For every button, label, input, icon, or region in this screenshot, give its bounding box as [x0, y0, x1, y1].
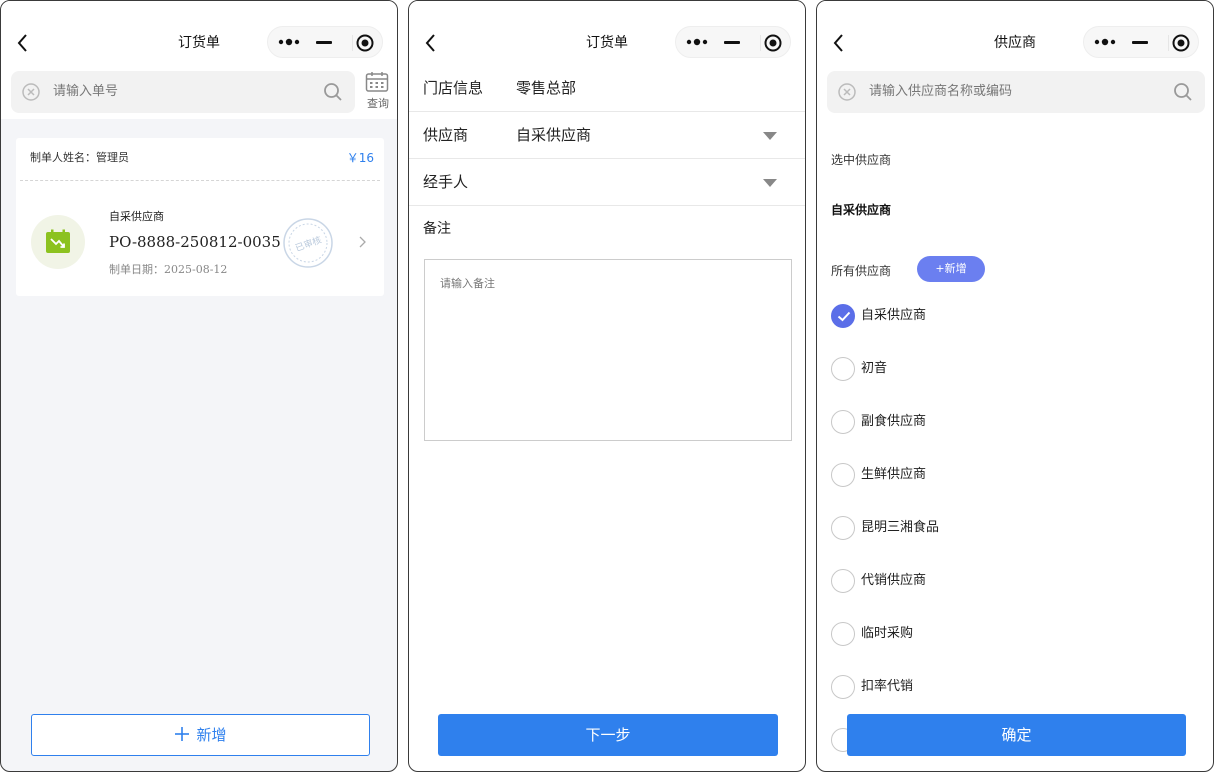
- radio-unchecked-icon[interactable]: [831, 675, 855, 699]
- dashed-divider: [20, 180, 380, 181]
- store-info-row: 门店信息 零售总部: [409, 65, 805, 112]
- approved-stamp-icon: 已审核: [283, 218, 333, 268]
- supplier-option[interactable]: 自采供应商: [831, 304, 1131, 330]
- handler-label: 经手人: [423, 173, 469, 191]
- dropdown-arrow-icon: [763, 179, 777, 187]
- minimize-icon[interactable]: [1132, 41, 1148, 44]
- more-icon[interactable]: [1093, 34, 1117, 50]
- capsule-divider: [352, 35, 353, 51]
- supplier-option-label: 临时采购: [861, 626, 914, 641]
- dropdown-arrow-icon: [763, 132, 777, 140]
- supplier-label: 供应商: [423, 126, 469, 144]
- next-step-button[interactable]: 下一步: [438, 714, 778, 756]
- radio-checked-icon[interactable]: [831, 304, 855, 328]
- order-maker: 制单人姓名：管理员: [30, 151, 129, 164]
- chevron-right-icon: [359, 236, 366, 248]
- confirm-button[interactable]: 确定: [847, 714, 1186, 756]
- order-list-screen: 订货单 请输入单号 查询 制单人姓名：管理员 ￥16 自采供应商 PO-8888…: [0, 0, 398, 772]
- trend-down-icon: [46, 229, 70, 253]
- order-search-bar[interactable]: 请输入单号: [11, 71, 355, 113]
- supplier-option-label: 初音: [861, 361, 888, 376]
- mini-program-capsule: [1083, 26, 1199, 58]
- supplier-option-label: 代销供应商: [861, 573, 927, 588]
- order-number: PO-8888-250812-0035: [109, 233, 281, 251]
- handler-select[interactable]: 经手人: [409, 159, 805, 206]
- remark-textarea[interactable]: 请输入备注: [424, 259, 792, 441]
- nav-bar: 订货单 请输入单号 查询: [1, 1, 397, 119]
- search-input[interactable]: 请输入供应商名称或编码: [869, 82, 1012, 102]
- add-order-button[interactable]: 新增: [31, 714, 370, 756]
- query-label: 查询: [367, 97, 389, 110]
- radio-unchecked-icon[interactable]: [831, 622, 855, 646]
- radio-unchecked-icon[interactable]: [831, 357, 855, 381]
- search-icon[interactable]: [1173, 82, 1193, 102]
- selected-supplier-label: 选中供应商: [831, 153, 892, 167]
- supplier-option[interactable]: 扣率代销: [831, 675, 1131, 701]
- order-amount: ￥16: [346, 151, 374, 165]
- order-card[interactable]: 制单人姓名：管理员 ￥16 自采供应商 PO-8888-250812-0035 …: [16, 138, 384, 296]
- supplier-select[interactable]: 供应商 自采供应商: [409, 112, 805, 159]
- minimize-icon[interactable]: [724, 41, 740, 44]
- calendar-icon: [365, 72, 389, 92]
- all-suppliers-label: 所有供应商: [831, 264, 892, 278]
- radio-unchecked-icon[interactable]: [831, 410, 855, 434]
- more-icon[interactable]: [685, 34, 709, 50]
- supplier-option[interactable]: 初音: [831, 357, 1131, 383]
- store-label: 门店信息: [423, 79, 484, 97]
- supplier-option-label: 扣率代销: [861, 679, 914, 694]
- supplier-avatar: [31, 215, 85, 269]
- plus-icon: [175, 727, 190, 741]
- close-target-icon[interactable]: [356, 34, 374, 52]
- query-button[interactable]: 查询: [363, 71, 393, 115]
- radio-unchecked-icon[interactable]: [831, 569, 855, 593]
- minimize-icon[interactable]: [316, 41, 332, 44]
- close-target-icon[interactable]: [764, 34, 782, 52]
- supplier-option[interactable]: 临时采购: [831, 622, 1131, 648]
- mini-program-capsule: [675, 26, 791, 58]
- supplier-option-label: 昆明三湘食品: [861, 520, 940, 535]
- remark-label: 备注: [423, 221, 451, 237]
- store-value: 零售总部: [516, 79, 577, 97]
- capsule-divider: [1168, 35, 1169, 51]
- mini-program-capsule: [267, 26, 383, 58]
- remark-placeholder: 请输入备注: [440, 277, 495, 290]
- supplier-picker-screen: 供应商 请输入供应商名称或编码 选中供应商 自采供应商 所有供应商 +新增 自采…: [816, 0, 1214, 772]
- order-form-screen: 订货单 门店信息 零售总部 供应商 自采供应商 经手人 备注 请输入备注 下一步: [408, 0, 806, 772]
- supplier-option[interactable]: 代销供应商: [831, 569, 1131, 595]
- add-supplier-button[interactable]: +新增: [917, 256, 985, 282]
- supplier-search-bar[interactable]: 请输入供应商名称或编码: [827, 71, 1205, 113]
- search-icon[interactable]: [323, 82, 343, 102]
- supplier-option-label: 副食供应商: [861, 414, 927, 429]
- search-input[interactable]: 请输入单号: [53, 82, 118, 102]
- supplier-value: 自采供应商: [516, 126, 592, 144]
- radio-unchecked-icon[interactable]: [831, 516, 855, 540]
- supplier-option-label: 自采供应商: [861, 308, 927, 323]
- clear-icon[interactable]: [838, 83, 856, 101]
- supplier-option-label: 生鲜供应商: [861, 467, 927, 482]
- order-supplier: 自采供应商: [109, 210, 164, 223]
- add-order-label: 新增: [196, 726, 227, 744]
- clear-icon[interactable]: [22, 83, 40, 101]
- radio-unchecked-icon[interactable]: [831, 463, 855, 487]
- more-icon[interactable]: [277, 34, 301, 50]
- order-date: 制单日期：2025-08-12: [109, 263, 228, 276]
- stamp-text: 已审核: [294, 234, 323, 255]
- supplier-option[interactable]: 昆明三湘食品: [831, 516, 1131, 542]
- selected-supplier-value: 自采供应商: [831, 203, 892, 217]
- close-target-icon[interactable]: [1172, 34, 1190, 52]
- capsule-divider: [760, 35, 761, 51]
- supplier-option[interactable]: 生鲜供应商: [831, 463, 1131, 489]
- supplier-option[interactable]: 副食供应商: [831, 410, 1131, 436]
